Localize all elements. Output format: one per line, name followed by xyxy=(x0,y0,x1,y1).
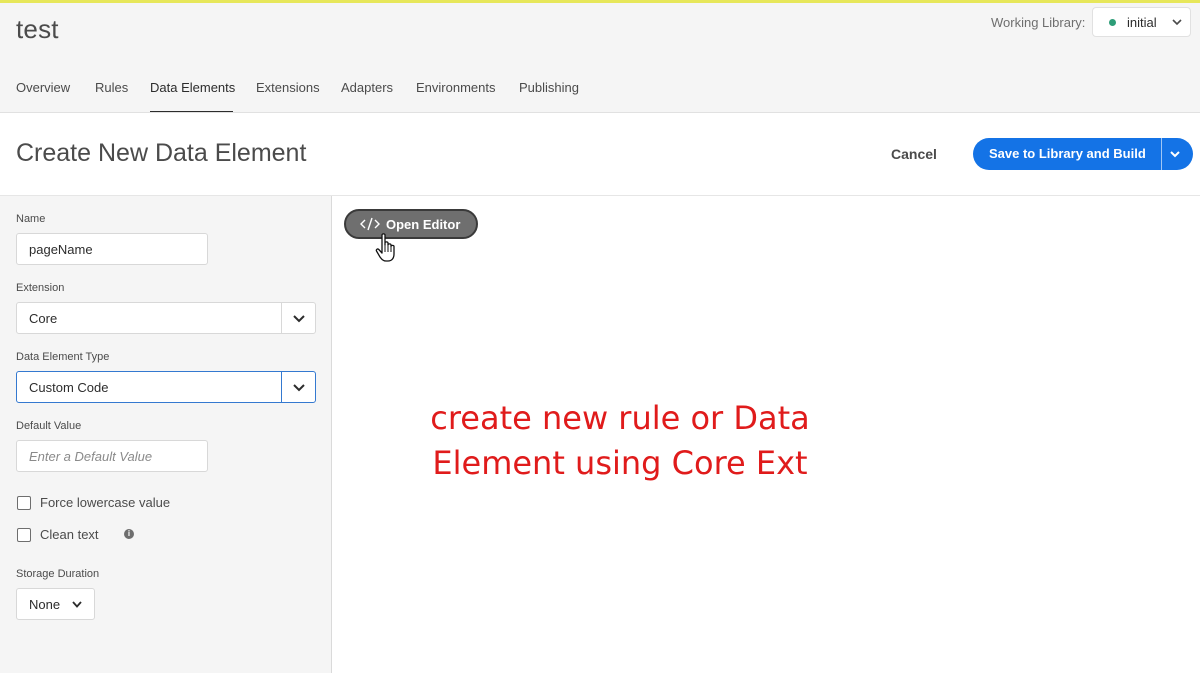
annotation-line-2: Element using Core Ext xyxy=(432,444,808,482)
chevron-down-icon xyxy=(292,381,306,399)
working-library-picker[interactable]: initial xyxy=(1092,7,1191,37)
working-library-label: Working Library: xyxy=(991,15,1086,30)
default-value-label: Default Value xyxy=(16,420,82,432)
chevron-down-icon xyxy=(71,598,83,616)
save-to-library-button[interactable]: Save to Library and Build xyxy=(973,138,1193,170)
storage-duration-value: None xyxy=(29,597,61,612)
select-divider xyxy=(281,303,282,333)
tutorial-annotation: create new rule or Data Element using Co… xyxy=(422,396,818,486)
default-value-input[interactable] xyxy=(16,440,208,472)
tab-data-elements[interactable]: Data Elements xyxy=(150,80,235,95)
save-button-label: Save to Library and Build xyxy=(989,146,1146,161)
select-divider xyxy=(281,372,282,402)
clean-text-checkbox[interactable] xyxy=(17,528,31,542)
tab-publishing[interactable]: Publishing xyxy=(519,80,579,95)
force-lowercase-checkbox[interactable] xyxy=(17,496,31,510)
status-dot-icon xyxy=(1109,19,1116,26)
data-element-type-label: Data Element Type xyxy=(16,351,110,363)
chevron-down-icon xyxy=(1171,15,1183,34)
tab-rules[interactable]: Rules xyxy=(95,80,128,95)
property-title: test xyxy=(16,14,59,44)
open-editor-button[interactable]: Open Editor xyxy=(344,209,478,239)
name-input[interactable] xyxy=(16,233,208,265)
working-library-value: initial xyxy=(1127,15,1157,30)
data-element-form: Name Extension Core Data Element Type Cu… xyxy=(4,196,332,673)
tab-overview[interactable]: Overview xyxy=(16,80,70,95)
annotation-line-1: create new rule or Data xyxy=(430,399,810,437)
data-element-type-select[interactable]: Custom Code xyxy=(16,371,316,403)
hand-cursor-icon xyxy=(375,232,399,269)
storage-duration-label: Storage Duration xyxy=(16,568,100,580)
code-editor-panel: Open Editor create new rule or Data Elem… xyxy=(332,196,1200,673)
split-button-divider xyxy=(1161,138,1162,170)
tab-environments[interactable]: Environments xyxy=(416,80,495,95)
extension-select[interactable]: Core xyxy=(16,302,316,334)
extension-label: Extension xyxy=(16,282,65,294)
cancel-button[interactable]: Cancel xyxy=(878,142,950,166)
open-editor-label: Open Editor xyxy=(386,217,461,232)
data-element-type-value: Custom Code xyxy=(29,380,109,395)
force-lowercase-label: Force lowercase value xyxy=(40,495,171,510)
chevron-down-icon[interactable] xyxy=(1168,147,1182,166)
tab-adapters[interactable]: Adapters xyxy=(341,80,393,95)
page-title: Create New Data Element xyxy=(16,139,307,167)
chevron-down-icon xyxy=(292,312,306,330)
page-header: Create New Data Element Cancel Save to L… xyxy=(0,113,1200,196)
top-accent-strip xyxy=(0,0,1200,3)
tab-extensions[interactable]: Extensions xyxy=(256,80,320,95)
clean-text-label: Clean text xyxy=(40,527,99,542)
storage-duration-select[interactable]: None xyxy=(16,588,95,620)
info-icon[interactable]: i xyxy=(124,529,134,539)
extension-value: Core xyxy=(29,311,58,326)
name-label: Name xyxy=(16,213,46,225)
